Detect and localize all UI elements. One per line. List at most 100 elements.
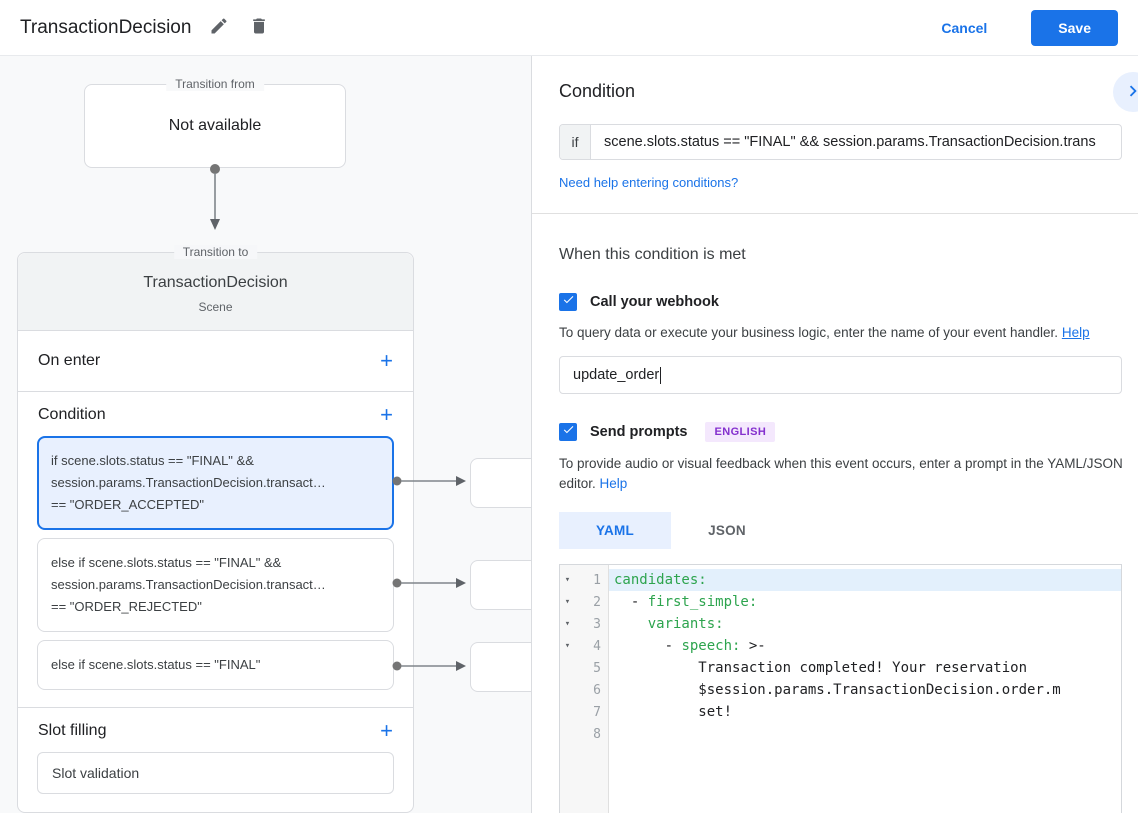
call-webhook-row: Call your webhook: [559, 293, 1138, 311]
code-line: variants:: [647, 616, 724, 632]
code-line: candidates:: [609, 569, 1121, 591]
code-line: set!: [698, 704, 733, 720]
code-line: - first_simple:: [614, 594, 758, 610]
condition-connector-arrow: [392, 661, 466, 671]
send-prompts-label: Send prompts: [590, 424, 688, 440]
on-enter-row: On enter +: [18, 331, 413, 392]
event-handler-input[interactable]: update_order: [559, 356, 1122, 394]
condition-connector-arrow: [392, 578, 466, 588]
slot-filling-head: Slot filling +: [18, 708, 413, 752]
event-handler-value: update_order: [573, 367, 660, 383]
if-prefix: if: [560, 125, 591, 159]
fold-arrow-icon[interactable]: ▾: [560, 575, 575, 585]
line-number: 7: [593, 704, 601, 720]
slot-filling-label: Slot filling: [38, 722, 107, 739]
pencil-icon: [209, 16, 229, 39]
checkmark-icon: [562, 423, 575, 441]
webhook-help-link[interactable]: Help: [1062, 325, 1090, 340]
transition-target-box[interactable]: [470, 458, 531, 508]
transition-from-label: Transition from: [166, 77, 264, 91]
condition-label: Condition: [38, 406, 106, 423]
line-number: 4: [593, 638, 601, 654]
condition-section: Condition + if scene.slots.status == "FI…: [18, 392, 413, 708]
when-condition-met-title: When this condition is met: [559, 246, 746, 263]
prompts-description: To provide audio or visual feedback when…: [559, 454, 1138, 494]
language-badge: ENGLISH: [705, 422, 776, 442]
slot-validation-card[interactable]: Slot validation: [37, 752, 394, 794]
fold-arrow-icon[interactable]: ▾: [560, 641, 575, 651]
condition-expression-field: if scene.slots.status == "FINAL" && sess…: [559, 124, 1122, 160]
condition-line: else if scene.slots.status == "FINAL" &&: [51, 555, 282, 570]
vertical-connector-arrow: [210, 164, 220, 230]
tab-json[interactable]: JSON: [671, 512, 783, 549]
line-number: 2: [593, 594, 601, 610]
scene-name: TransactionDecision: [143, 274, 288, 291]
code-line: $session.params.TransactionDecision.orde…: [698, 682, 1061, 698]
condition-card-rejected[interactable]: else if scene.slots.status == "FINAL" &&…: [37, 538, 394, 632]
add-condition-button[interactable]: +: [380, 404, 393, 426]
edit-button[interactable]: [209, 16, 229, 39]
transition-from-content: Not available: [168, 117, 262, 134]
scene-card-header[interactable]: Transition to TransactionDecision Scene: [18, 245, 413, 331]
line-number: 5: [593, 660, 601, 676]
condition-card-final[interactable]: else if scene.slots.status == "FINAL": [37, 640, 394, 690]
editor-tabs: YAML JSON: [559, 512, 1138, 549]
condition-expression-input[interactable]: scene.slots.status == "FINAL" && session…: [591, 125, 1121, 159]
prompts-help-link[interactable]: Help: [600, 476, 628, 491]
webhook-description-text: To query data or execute your business l…: [559, 325, 1059, 340]
checkmark-icon: [562, 293, 575, 311]
condition-line: session.params.TransactionDecision.trans…: [51, 475, 326, 490]
condition-line: if scene.slots.status == "FINAL" &&: [51, 453, 254, 468]
condition-section-head: Condition +: [18, 392, 413, 436]
save-button[interactable]: Save: [1031, 9, 1118, 46]
trash-icon: [249, 16, 269, 39]
cancel-button[interactable]: Cancel: [935, 19, 993, 37]
condition-line: == "ORDER_ACCEPTED": [51, 497, 204, 512]
code-line: Transaction completed! Your reservation: [698, 660, 1028, 676]
webhook-description: To query data or execute your business l…: [559, 323, 1138, 343]
collapse-panel-button[interactable]: [1113, 72, 1138, 112]
code-line: - speech: >-: [614, 638, 766, 654]
line-number: 8: [593, 726, 601, 742]
add-on-enter-button[interactable]: +: [380, 350, 393, 372]
fold-arrow-icon[interactable]: ▾: [560, 619, 575, 629]
call-webhook-label: Call your webhook: [590, 294, 719, 310]
line-number: 3: [593, 616, 601, 632]
condition-detail-panel: Condition if scene.slots.status == "FINA…: [531, 56, 1138, 813]
top-bar: TransactionDecision Cancel Save: [0, 0, 1138, 56]
panel-title: Condition: [559, 81, 636, 101]
condition-line: == "ORDER_REJECTED": [51, 599, 202, 614]
send-prompts-checkbox[interactable]: [559, 423, 577, 441]
condition-card-accepted[interactable]: if scene.slots.status == "FINAL" && sess…: [37, 436, 394, 530]
line-number: 6: [593, 682, 601, 698]
transition-from-box[interactable]: Transition from Not available: [84, 77, 346, 168]
transition-to-label: Transition to: [173, 245, 258, 259]
delete-button[interactable]: [249, 16, 269, 39]
editor-gutter: ▾ 1 ▾ 2 ▾ 3 ▾ 4 5 6 7 8: [560, 565, 609, 813]
text-cursor: [660, 366, 662, 384]
transition-to-card: Transition to TransactionDecision Scene …: [17, 245, 414, 813]
condition-line: else if scene.slots.status == "FINAL": [51, 657, 261, 672]
tab-yaml[interactable]: YAML: [559, 512, 671, 549]
add-slot-button[interactable]: +: [380, 720, 393, 742]
page-title: TransactionDecision: [20, 16, 192, 38]
slot-filling-section: Slot filling + Slot validation: [18, 708, 413, 812]
prompts-description-line2: editor.: [559, 476, 596, 491]
chevron-right-icon: [1122, 80, 1138, 105]
scene-type-label: Scene: [198, 300, 233, 314]
send-prompts-row: Send prompts ENGLISH: [559, 422, 1138, 442]
condition-connector-arrow: [392, 476, 466, 486]
condition-line: session.params.TransactionDecision.trans…: [51, 577, 326, 592]
transition-target-box[interactable]: [470, 642, 531, 692]
scene-diagram-canvas: Transition from Not available Transition…: [0, 56, 531, 813]
call-webhook-checkbox[interactable]: [559, 293, 577, 311]
fold-arrow-icon[interactable]: ▾: [560, 597, 575, 607]
on-enter-label: On enter: [38, 352, 101, 369]
line-number: 1: [593, 572, 601, 588]
editor-code-area[interactable]: candidates: - first_simple: variants: - …: [609, 565, 1121, 813]
yaml-code-editor[interactable]: ▾ 1 ▾ 2 ▾ 3 ▾ 4 5 6 7 8 candidates: - first_…: [559, 564, 1122, 813]
conditions-help-link[interactable]: Need help entering conditions?: [559, 175, 738, 190]
transition-target-box[interactable]: [470, 560, 531, 610]
prompts-description-line1: To provide audio or visual feedback when…: [559, 456, 1123, 471]
